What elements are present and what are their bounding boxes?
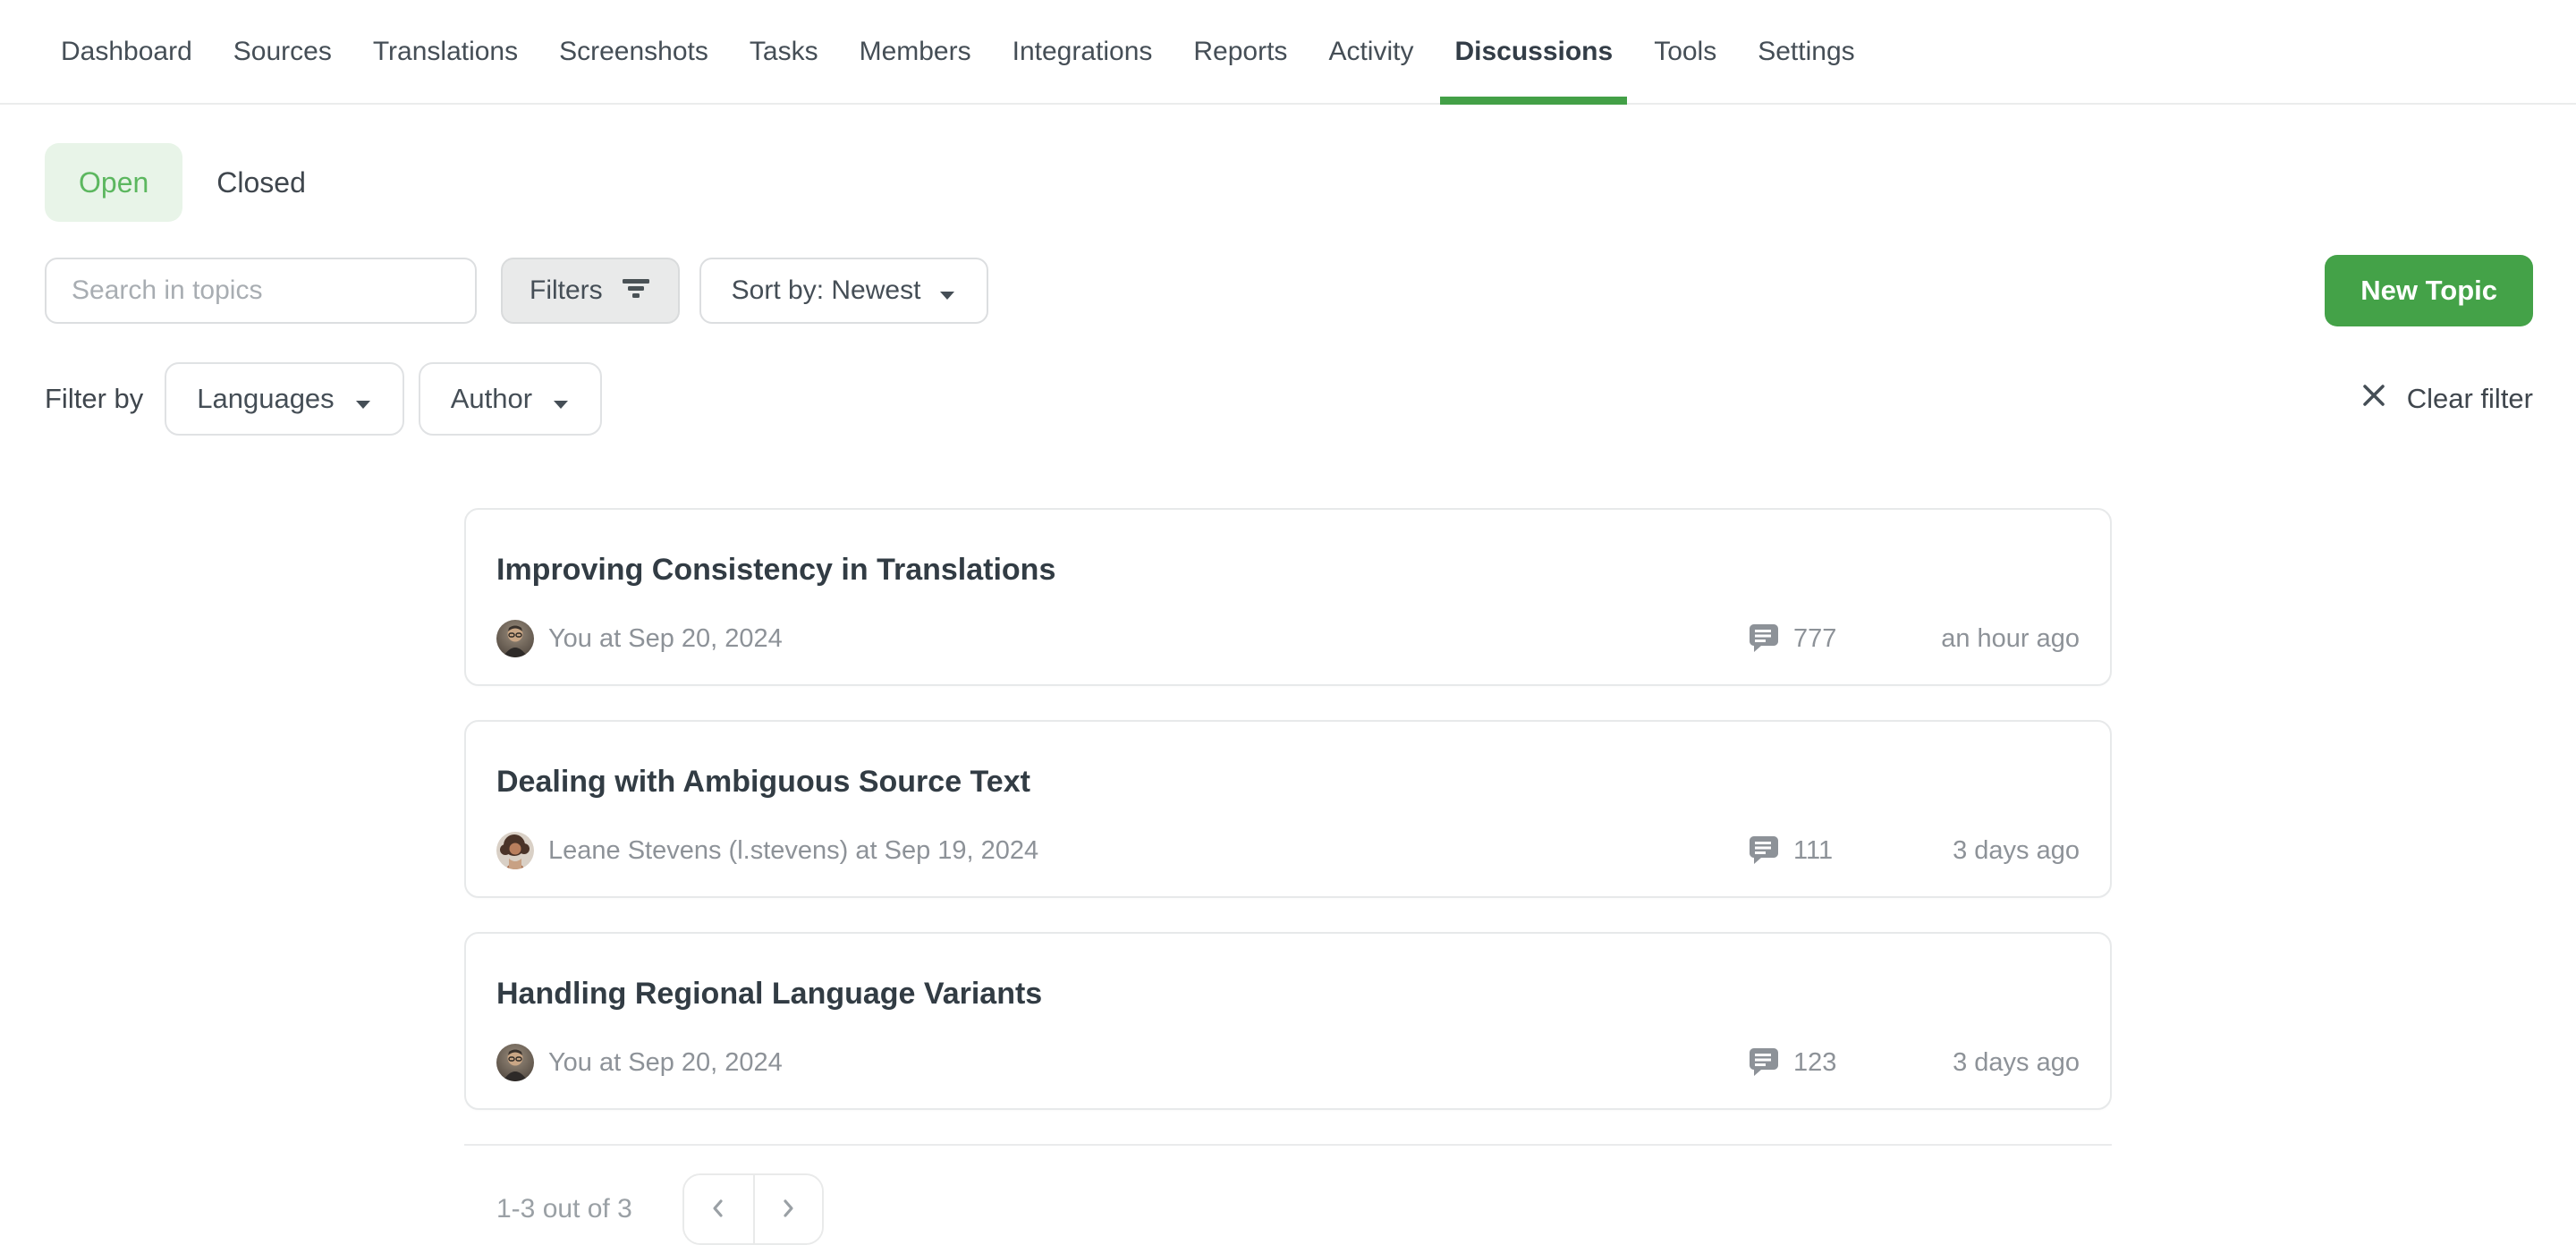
search-input[interactable]: [45, 258, 477, 324]
top-navigation: Dashboard Sources Translations Screensho…: [0, 0, 2576, 105]
comment-icon: [1747, 833, 1779, 869]
chevron-left-icon: [708, 1198, 729, 1222]
filter-lines-icon: [621, 274, 651, 308]
nav-item-members[interactable]: Members: [860, 0, 971, 103]
topic-card[interactable]: Improving Consistency in Translations Yo…: [464, 508, 2112, 686]
filters-button-label: Filters: [530, 275, 603, 306]
nav-item-tasks[interactable]: Tasks: [750, 0, 818, 103]
topic-author-line: You at Sep 20, 2024: [548, 1048, 783, 1078]
nav-item-settings[interactable]: Settings: [1758, 0, 1854, 103]
topics-toolbar: Filters Sort by: Newest New Topic: [0, 255, 2576, 326]
comment-stat: 123: [1747, 1045, 1845, 1081]
author-dropdown[interactable]: Author: [419, 362, 602, 436]
nav-item-discussions[interactable]: Discussions: [1454, 0, 1613, 103]
filter-bar: Filter by Languages Author Clear filter: [0, 362, 2576, 436]
topic-time-ago: an hour ago: [1845, 624, 2080, 654]
languages-dropdown[interactable]: Languages: [165, 362, 403, 436]
nav-item-translations[interactable]: Translations: [373, 0, 518, 103]
nav-item-sources[interactable]: Sources: [233, 0, 332, 103]
comment-stat: 777: [1747, 621, 1845, 657]
chevron-down-icon: [938, 277, 956, 308]
avatar-woman-curly-hair: [496, 832, 534, 869]
close-icon: [2359, 380, 2389, 418]
nav-item-integrations[interactable]: Integrations: [1013, 0, 1153, 103]
languages-dropdown-label: Languages: [197, 383, 334, 415]
topic-time-ago: 3 days ago: [1845, 1048, 2080, 1078]
tab-closed[interactable]: Closed: [182, 143, 340, 222]
topic-title[interactable]: Dealing with Ambiguous Source Text: [496, 752, 2080, 800]
nav-item-reports[interactable]: Reports: [1193, 0, 1287, 103]
topic-author-line: Leane Stevens (l.stevens) at Sep 19, 202…: [548, 836, 1038, 866]
comment-stat: 111: [1747, 833, 1845, 869]
sort-by-dropdown[interactable]: Sort by: Newest: [699, 258, 989, 324]
pager-button-group: [682, 1173, 824, 1245]
chevron-down-icon: [354, 385, 372, 417]
nav-item-dashboard[interactable]: Dashboard: [61, 0, 192, 103]
filter-by-label: Filter by: [45, 383, 143, 415]
tab-open[interactable]: Open: [45, 143, 182, 222]
topic-time-ago: 3 days ago: [1845, 836, 2080, 866]
clear-filter-label: Clear filter: [2407, 383, 2533, 415]
topic-title[interactable]: Handling Regional Language Variants: [496, 964, 2080, 1012]
sort-by-label: Sort by: Newest: [732, 275, 921, 306]
topic-title[interactable]: Improving Consistency in Translations: [496, 540, 2080, 588]
topic-card[interactable]: Dealing with Ambiguous Source Text Leane…: [464, 720, 2112, 898]
author-dropdown-label: Author: [451, 383, 532, 415]
nav-item-tools[interactable]: Tools: [1654, 0, 1716, 103]
pagination-summary: 1-3 out of 3: [496, 1194, 632, 1224]
comment-icon: [1747, 621, 1779, 657]
previous-page-button[interactable]: [684, 1175, 753, 1243]
comment-icon: [1747, 1045, 1779, 1081]
topic-author-line: You at Sep 20, 2024: [548, 624, 783, 654]
comment-count: 123: [1793, 1048, 1845, 1078]
topic-card[interactable]: Handling Regional Language Variants You …: [464, 932, 2112, 1110]
list-divider: [464, 1144, 2112, 1146]
chevron-right-icon: [777, 1198, 799, 1222]
status-tabs: Open Closed: [45, 143, 2576, 222]
new-topic-button[interactable]: New Topic: [2325, 255, 2533, 326]
nav-item-activity[interactable]: Activity: [1328, 0, 1413, 103]
nav-item-screenshots[interactable]: Screenshots: [559, 0, 708, 103]
comment-count: 111: [1793, 836, 1845, 866]
avatar-man-glasses: [496, 1044, 534, 1081]
clear-filter-button[interactable]: Clear filter: [2359, 380, 2533, 418]
next-page-button[interactable]: [753, 1175, 822, 1243]
chevron-down-icon: [552, 385, 570, 417]
filters-button[interactable]: Filters: [501, 258, 680, 324]
topic-list: Improving Consistency in Translations Yo…: [464, 508, 2112, 1245]
comment-count: 777: [1793, 624, 1845, 654]
avatar-man-glasses: [496, 620, 534, 657]
pagination: 1-3 out of 3: [464, 1173, 2112, 1245]
